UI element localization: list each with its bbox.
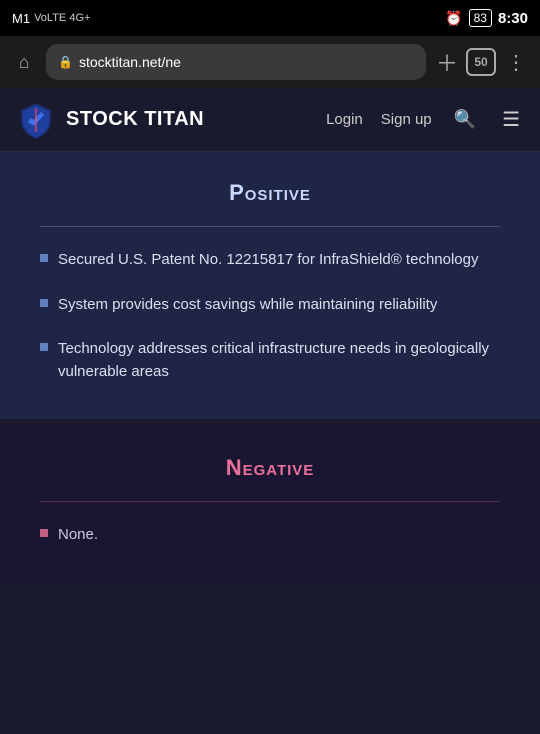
carrier-text: M1 — [12, 11, 30, 26]
bullet-text: Technology addresses critical infrastruc… — [58, 338, 500, 383]
logo-text: STOCK TITAN — [66, 108, 204, 131]
list-item: Secured U.S. Patent No. 12215817 for Inf… — [40, 249, 500, 272]
signup-link[interactable]: Sign up — [381, 111, 432, 128]
time-display: 8:30 — [498, 10, 528, 27]
positive-section: Positive Secured U.S. Patent No. 1221581… — [0, 152, 540, 419]
new-tab-button[interactable]: ＋ — [434, 44, 460, 80]
positive-title: Positive — [40, 180, 500, 206]
content-area: Positive Secured U.S. Patent No. 1221581… — [0, 152, 540, 583]
battery-indicator: 83 — [469, 9, 492, 27]
nav-links: Login Sign up 🔍 ☰ — [326, 103, 524, 136]
tab-count[interactable]: 50 — [466, 48, 496, 76]
positive-divider — [40, 226, 500, 227]
security-icon: 🔒 — [58, 55, 73, 69]
browser-actions: ＋ 50 ⋮ — [434, 44, 530, 80]
bullet-text: Secured U.S. Patent No. 12215817 for Inf… — [58, 249, 478, 272]
bullet-icon — [40, 254, 48, 262]
bullet-icon — [40, 299, 48, 307]
status-bar: M1 VoLTE 4G+ ⏰ 83 8:30 — [0, 0, 540, 36]
bullet-text: None. — [58, 524, 98, 547]
negative-section: Negative None. — [0, 427, 540, 583]
negative-divider — [40, 501, 500, 502]
positive-bullet-list: Secured U.S. Patent No. 12215817 for Inf… — [40, 249, 500, 383]
negative-title: Negative — [40, 455, 500, 481]
list-item: None. — [40, 524, 500, 547]
browser-bar: ⌂ 🔒 stocktitan.net/ne ＋ 50 ⋮ — [0, 36, 540, 88]
status-left: M1 VoLTE 4G+ — [12, 11, 90, 26]
more-button[interactable]: ⋮ — [502, 48, 530, 77]
alarm-icon: ⏰ — [445, 10, 462, 27]
home-button[interactable]: ⌂ — [10, 48, 38, 76]
bullet-text: System provides cost savings while maint… — [58, 294, 437, 317]
bullet-icon — [40, 529, 48, 537]
menu-icon[interactable]: ☰ — [498, 103, 524, 136]
network-type: VoLTE 4G+ — [34, 12, 90, 24]
logo-container: STOCK TITAN — [16, 100, 326, 140]
url-bar[interactable]: 🔒 stocktitan.net/ne — [46, 44, 426, 80]
list-item: System provides cost savings while maint… — [40, 294, 500, 317]
status-right: ⏰ 83 8:30 — [445, 9, 528, 27]
search-icon[interactable]: 🔍 — [450, 105, 480, 134]
list-item: Technology addresses critical infrastruc… — [40, 338, 500, 383]
bullet-icon — [40, 343, 48, 351]
nav-bar: STOCK TITAN Login Sign up 🔍 ☰ — [0, 88, 540, 152]
logo-icon — [16, 100, 56, 140]
url-text: stocktitan.net/ne — [79, 54, 181, 70]
negative-bullet-list: None. — [40, 524, 500, 547]
login-link[interactable]: Login — [326, 111, 363, 128]
